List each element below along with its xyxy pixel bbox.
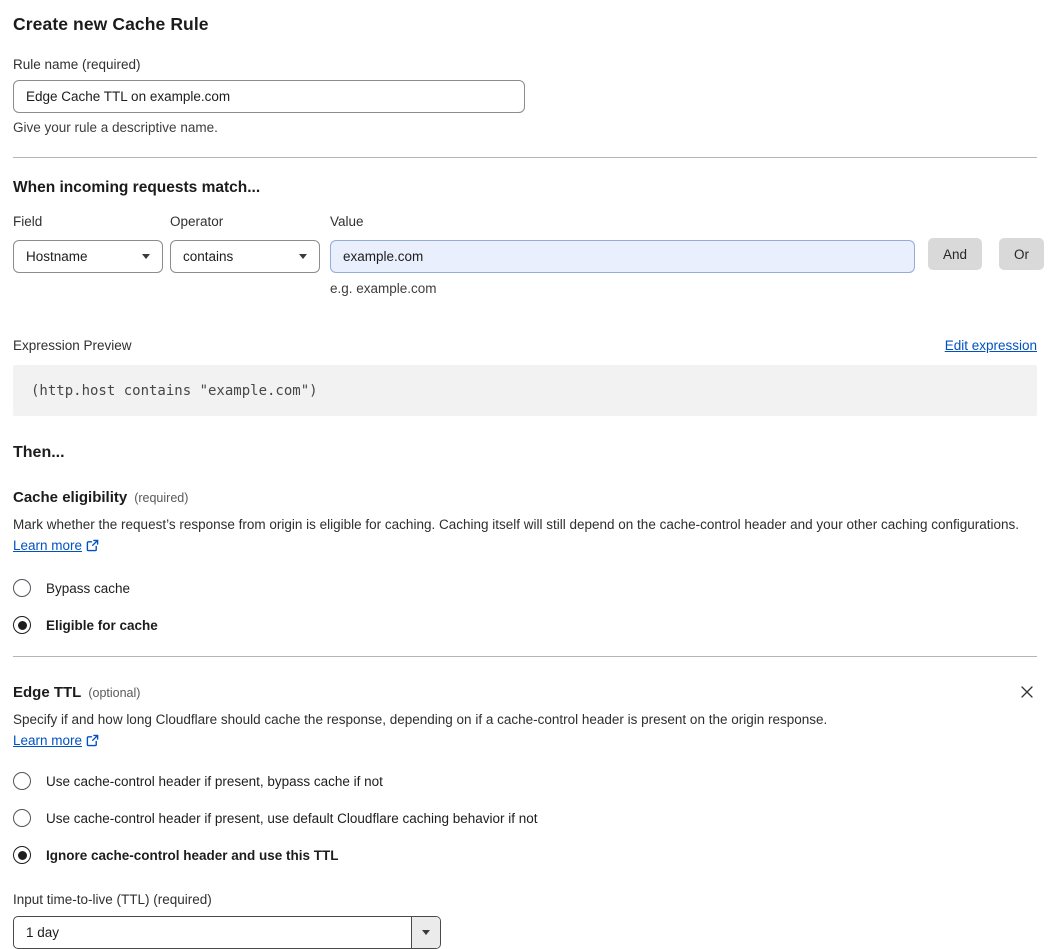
and-button[interactable]: And — [928, 238, 983, 270]
operator-label: Operator — [170, 214, 224, 229]
and-or-buttons: And Or — [928, 238, 1045, 270]
divider — [13, 656, 1037, 657]
radio-icon — [13, 809, 31, 827]
expression-preview-row: Expression Preview Edit expression — [13, 338, 1037, 353]
radio-icon — [13, 579, 31, 597]
cache-eligibility-learn-more-link[interactable]: Learn more — [13, 538, 82, 553]
rule-name-label: Rule name (required) — [13, 57, 141, 72]
cache-eligibility-description: Mark whether the request’s response from… — [13, 514, 1037, 558]
external-link-icon — [86, 537, 99, 558]
edge-ttl-optional-tag: (optional) — [88, 686, 141, 700]
chevron-down-icon — [422, 930, 430, 935]
external-link-icon — [86, 732, 99, 753]
edge-ttl-header: Edge TTL (optional) — [13, 684, 1037, 701]
value-label: Value — [330, 214, 364, 229]
match-section-heading: When incoming requests match... — [13, 179, 261, 196]
edge-ttl-description: Specify if and how long Cloudflare shoul… — [13, 709, 851, 753]
expression-preview-label: Expression Preview — [13, 338, 132, 353]
rule-name-helper: Give your rule a descriptive name. — [13, 120, 218, 135]
rule-name-group: Rule name (required) Give your rule a de… — [13, 57, 1037, 135]
radio-label: Eligible for cache — [46, 617, 158, 633]
radio-bypass-cache[interactable]: Bypass cache — [13, 579, 1037, 597]
ttl-input-label: Input time-to-live (TTL) (required) — [13, 892, 212, 907]
radio-eligible-for-cache[interactable]: Eligible for cache — [13, 616, 1037, 634]
edge-ttl-description-text: Specify if and how long Cloudflare shoul… — [13, 712, 828, 727]
value-group: Value e.g. example.com — [330, 214, 915, 296]
then-heading: Then... — [13, 444, 65, 461]
radio-use-header-bypass[interactable]: Use cache-control header if present, byp… — [13, 772, 1037, 790]
radio-icon — [13, 846, 31, 864]
radio-label: Use cache-control header if present, byp… — [46, 773, 383, 789]
chevron-down-icon — [299, 254, 307, 259]
or-button[interactable]: Or — [999, 238, 1045, 270]
field-group: Field Hostname — [13, 214, 163, 273]
chevron-down-icon — [142, 254, 150, 259]
radio-label: Ignore cache-control header and use this… — [46, 847, 339, 863]
operator-select[interactable]: contains — [170, 240, 320, 273]
radio-icon — [13, 616, 31, 634]
expression-code-block: (http.host contains "example.com") — [13, 365, 1037, 416]
cache-eligibility-title: Cache eligibility — [13, 489, 128, 506]
match-builder-row: Field Hostname Operator contains Value e… — [13, 214, 1045, 296]
rule-name-input[interactable] — [13, 80, 525, 113]
radio-label: Use cache-control header if present, use… — [46, 810, 538, 826]
divider — [13, 157, 1037, 158]
ttl-combobox-value: 1 day — [26, 925, 60, 940]
create-cache-rule-form: Create new Cache Rule Rule name (require… — [0, 0, 1058, 949]
radio-label: Bypass cache — [46, 580, 131, 596]
close-icon[interactable] — [1017, 682, 1037, 702]
edge-ttl-learn-more-link[interactable]: Learn more — [13, 733, 82, 748]
value-input[interactable] — [330, 240, 915, 273]
ttl-combobox[interactable]: 1 day — [13, 916, 441, 949]
field-select[interactable]: Hostname — [13, 240, 163, 273]
operator-group: Operator contains — [170, 214, 320, 273]
edge-ttl-title: Edge TTL — [13, 684, 82, 701]
cache-eligibility-required-tag: (required) — [134, 491, 189, 505]
value-helper: e.g. example.com — [330, 281, 437, 296]
field-select-value: Hostname — [26, 249, 88, 264]
edit-expression-link[interactable]: Edit expression — [945, 338, 1037, 353]
radio-use-header-default[interactable]: Use cache-control header if present, use… — [13, 809, 1037, 827]
ttl-combobox-dropdown-button[interactable] — [411, 917, 440, 948]
radio-ignore-header-use-ttl[interactable]: Ignore cache-control header and use this… — [13, 846, 1037, 864]
page-title: Create new Cache Rule — [13, 14, 209, 34]
radio-icon — [13, 772, 31, 790]
cache-eligibility-header: Cache eligibility (required) — [13, 489, 1037, 506]
field-label: Field — [13, 214, 43, 229]
operator-select-value: contains — [183, 249, 234, 264]
expression-text: (http.host contains "example.com") — [31, 382, 318, 399]
cache-eligibility-description-text: Mark whether the request’s response from… — [13, 517, 1020, 532]
